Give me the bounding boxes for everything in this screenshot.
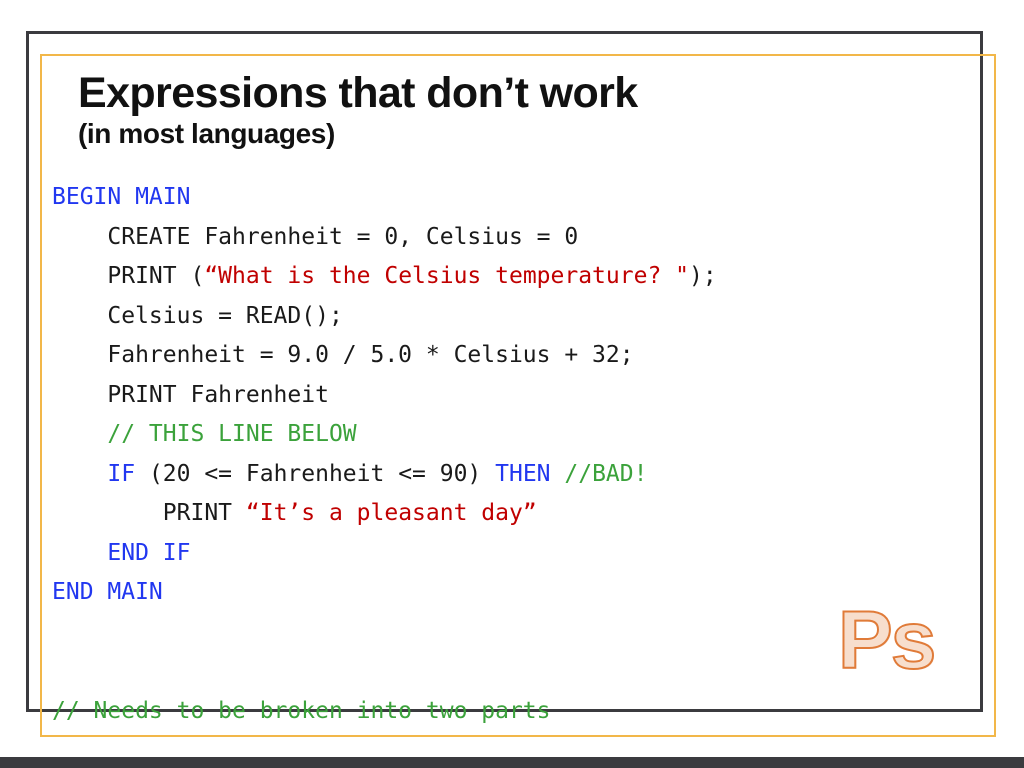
code-token: PRINT ( bbox=[107, 263, 205, 289]
code-token: END IF bbox=[107, 539, 191, 566]
code-line: END MAIN bbox=[52, 573, 952, 613]
code-token: // Needs to be broken into two parts bbox=[52, 697, 551, 724]
code-line: IF (20 <= Fahrenheit <= 90) THEN //BAD! bbox=[52, 455, 952, 495]
code-line: PRINT Fahrenheit bbox=[52, 376, 952, 416]
title-block: Expressions that don’t work (in most lan… bbox=[78, 68, 898, 152]
code-token: END MAIN bbox=[52, 579, 163, 605]
code-token: PRINT Fahrenheit bbox=[107, 381, 329, 408]
slide-canvas: Expressions that don’t work (in most lan… bbox=[0, 0, 1024, 768]
code-line: CREATE Fahrenheit = 0, Celsius = 0 bbox=[52, 218, 952, 258]
code-token: BEGIN MAIN bbox=[52, 184, 191, 210]
code-line: Fahrenheit = 9.0 / 5.0 * Celsius + 32; bbox=[52, 336, 952, 376]
code-token: Fahrenheit = 9.0 / 5.0 * Celsius + 32; bbox=[107, 342, 634, 368]
code-token: PRINT bbox=[162, 500, 246, 526]
page-subtitle: (in most languages) bbox=[78, 118, 335, 149]
code-token: //BAD! bbox=[564, 460, 648, 487]
code-line: Celsius = READ(); bbox=[52, 297, 952, 337]
photoshop-ps-logo: Ps bbox=[837, 595, 937, 687]
code-line: BEGIN MAIN bbox=[52, 178, 952, 218]
code-listing: BEGIN MAIN CREATE Fahrenheit = 0, Celsiu… bbox=[52, 178, 952, 731]
page-title: Expressions that don’t work bbox=[78, 69, 638, 117]
bottom-strip bbox=[0, 757, 1024, 768]
code-line: END IF bbox=[52, 534, 952, 574]
code-line: PRINT (“What is the Celsius temperature?… bbox=[52, 257, 952, 297]
code-token: // THIS LINE BELOW bbox=[107, 421, 357, 447]
code-line: // THIS LINE BELOW bbox=[52, 415, 952, 455]
code-token: Celsius = READ(); bbox=[107, 302, 343, 329]
code-token: THEN bbox=[495, 460, 551, 487]
code-token: IF bbox=[107, 460, 136, 487]
code-token: CREATE Fahrenheit = 0, Celsius = 0 bbox=[107, 223, 579, 250]
code-token: “It’s a pleasant day” bbox=[245, 500, 537, 526]
code-token: (20 <= Fahrenheit <= 90) bbox=[135, 460, 496, 487]
code-line: PRINT “It’s a pleasant day” bbox=[52, 494, 952, 534]
code-token: “What is the Celsius temperature? " bbox=[204, 263, 689, 289]
code-token: ); bbox=[688, 263, 717, 289]
code-line: // Needs to be broken into two parts bbox=[52, 692, 952, 732]
